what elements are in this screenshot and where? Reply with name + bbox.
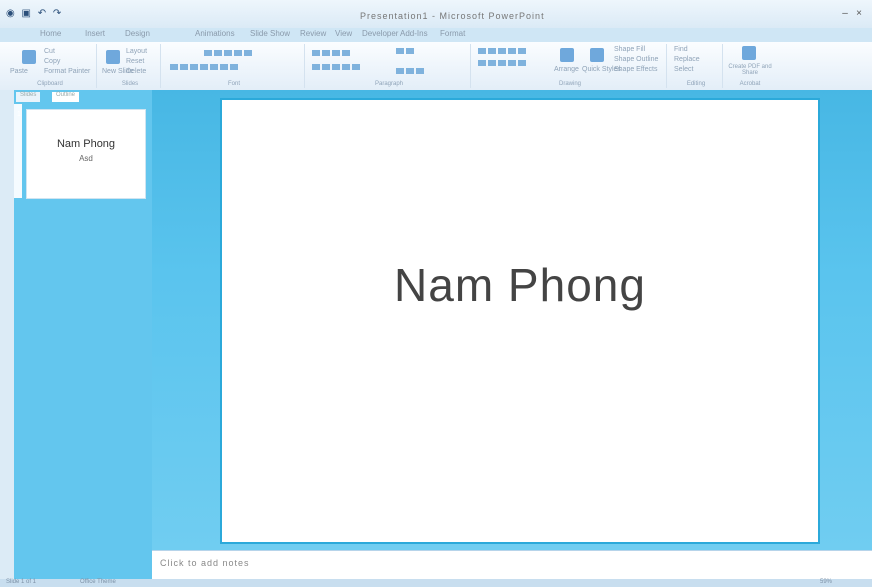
close-icon[interactable]: × [856,8,862,19]
font-group-label: Font [227,81,240,87]
pane-tabs: Slides Outline [14,92,150,102]
delete-button[interactable]: Delete [126,68,146,75]
paragraph-group-label: Paragraph [374,81,404,87]
tab-animations[interactable]: Animations [195,29,235,38]
ribbon-tabs: Home Insert Design Animations Slide Show… [0,28,872,42]
thumbnail-number: 1 [17,111,21,118]
quick-access-toolbar: ◉ ▣ ↶ ↷ [6,8,65,19]
copy-button[interactable]: Copy [44,58,60,65]
editing-group: Find Replace Select Editing [670,44,723,88]
format-painter-button[interactable]: Format Painter [44,68,90,75]
window-left-edge [0,90,14,579]
tab-outline[interactable]: Outline [52,92,80,102]
font-size-controls[interactable] [204,50,254,57]
acrobat-group: Create PDF and Share Acrobat [726,44,774,88]
zoom-level[interactable]: 59% [820,579,832,585]
text-direction-button[interactable] [396,48,416,55]
window-title: Presentation1 - Microsoft PowerPoint [360,11,545,21]
tab-home[interactable]: Home [40,29,61,38]
paste-icon[interactable] [22,50,36,64]
arrange-icon[interactable] [560,48,574,62]
drawing-group-label: Drawing [558,81,581,87]
status-slide-info: Slide 1 of 1 [6,579,37,585]
acrobat-group-label: Acrobat [739,81,761,87]
font-format-buttons[interactable] [170,64,240,71]
slides-group-label: Slides [121,81,139,87]
paste-button[interactable]: Paste [10,68,28,75]
drawing-group: Arrange Quick Styles Shape Fill Shape Ou… [474,44,667,88]
tab-add-ins[interactable]: Add-Ins [400,29,428,38]
save-icon[interactable]: ▣ [22,8,31,19]
shapes-gallery-row2[interactable] [478,60,528,67]
list-buttons[interactable] [312,50,352,57]
cut-button[interactable]: Cut [44,48,55,55]
tab-design[interactable]: Design [125,29,150,38]
align-buttons[interactable] [312,64,362,71]
reset-button[interactable]: Reset [126,58,144,65]
ribbon: Paste Cut Copy Format Painter Clipboard … [0,42,872,91]
convert-smartart-button[interactable] [396,68,426,75]
replace-button[interactable]: Replace [674,56,700,63]
tab-developer[interactable]: Developer [362,29,398,38]
shape-effects-button[interactable]: Shape Effects [614,66,657,73]
undo-icon[interactable]: ↶ [38,8,46,19]
notes-placeholder: Click to add notes [160,558,250,568]
current-slide[interactable]: Nam Phong [222,100,818,542]
layout-button[interactable]: Layout [126,48,147,55]
tab-view[interactable]: View [335,29,352,38]
office-button-icon[interactable]: ◉ [6,8,15,19]
select-button[interactable]: Select [674,66,693,73]
clipboard-group: Paste Cut Copy Format Painter Clipboard [4,44,97,88]
notes-pane[interactable]: Click to add notes [152,550,872,579]
arrange-button[interactable]: Arrange [554,66,579,73]
thumbnail-selection-strip [14,104,22,198]
tab-slides[interactable]: Slides [16,92,41,102]
shape-fill-button[interactable]: Shape Fill [614,46,645,53]
status-bar: Slide 1 of 1 Office Theme 59% [0,579,872,587]
title-bar: ◉ ▣ ↶ ↷ Presentation1 - Microsoft PowerP… [0,0,872,28]
redo-icon[interactable]: ↷ [53,8,61,19]
tab-slide-show[interactable]: Slide Show [250,29,290,38]
slide-title[interactable]: Nam Phong [222,258,818,312]
thumbnail-title: Nam Phong [56,138,116,150]
thumbnail-subtitle: Asd [79,154,93,163]
tab-format[interactable]: Format [440,29,465,38]
tab-review[interactable]: Review [300,29,326,38]
status-theme: Office Theme [80,579,116,585]
window-controls: – × [842,8,862,19]
quick-styles-icon[interactable] [590,48,604,62]
minimize-icon[interactable]: – [842,8,848,19]
shapes-gallery[interactable] [478,48,528,55]
paragraph-group: Paragraph [308,44,471,88]
new-slide-icon[interactable] [106,50,120,64]
find-button[interactable]: Find [674,46,688,53]
create-pdf-icon[interactable] [742,46,756,60]
editing-group-label: Editing [686,81,706,87]
font-group: Font [164,44,305,88]
slide-thumbnail[interactable]: Nam Phong Asd [26,109,146,199]
create-pdf-button[interactable]: Create PDF and Share [726,64,774,76]
slides-group: New Slide Layout Reset Delete Slides [100,44,161,88]
clipboard-group-label: Clipboard [37,81,63,87]
shape-outline-button[interactable]: Shape Outline [614,56,658,63]
tab-insert[interactable]: Insert [85,29,105,38]
